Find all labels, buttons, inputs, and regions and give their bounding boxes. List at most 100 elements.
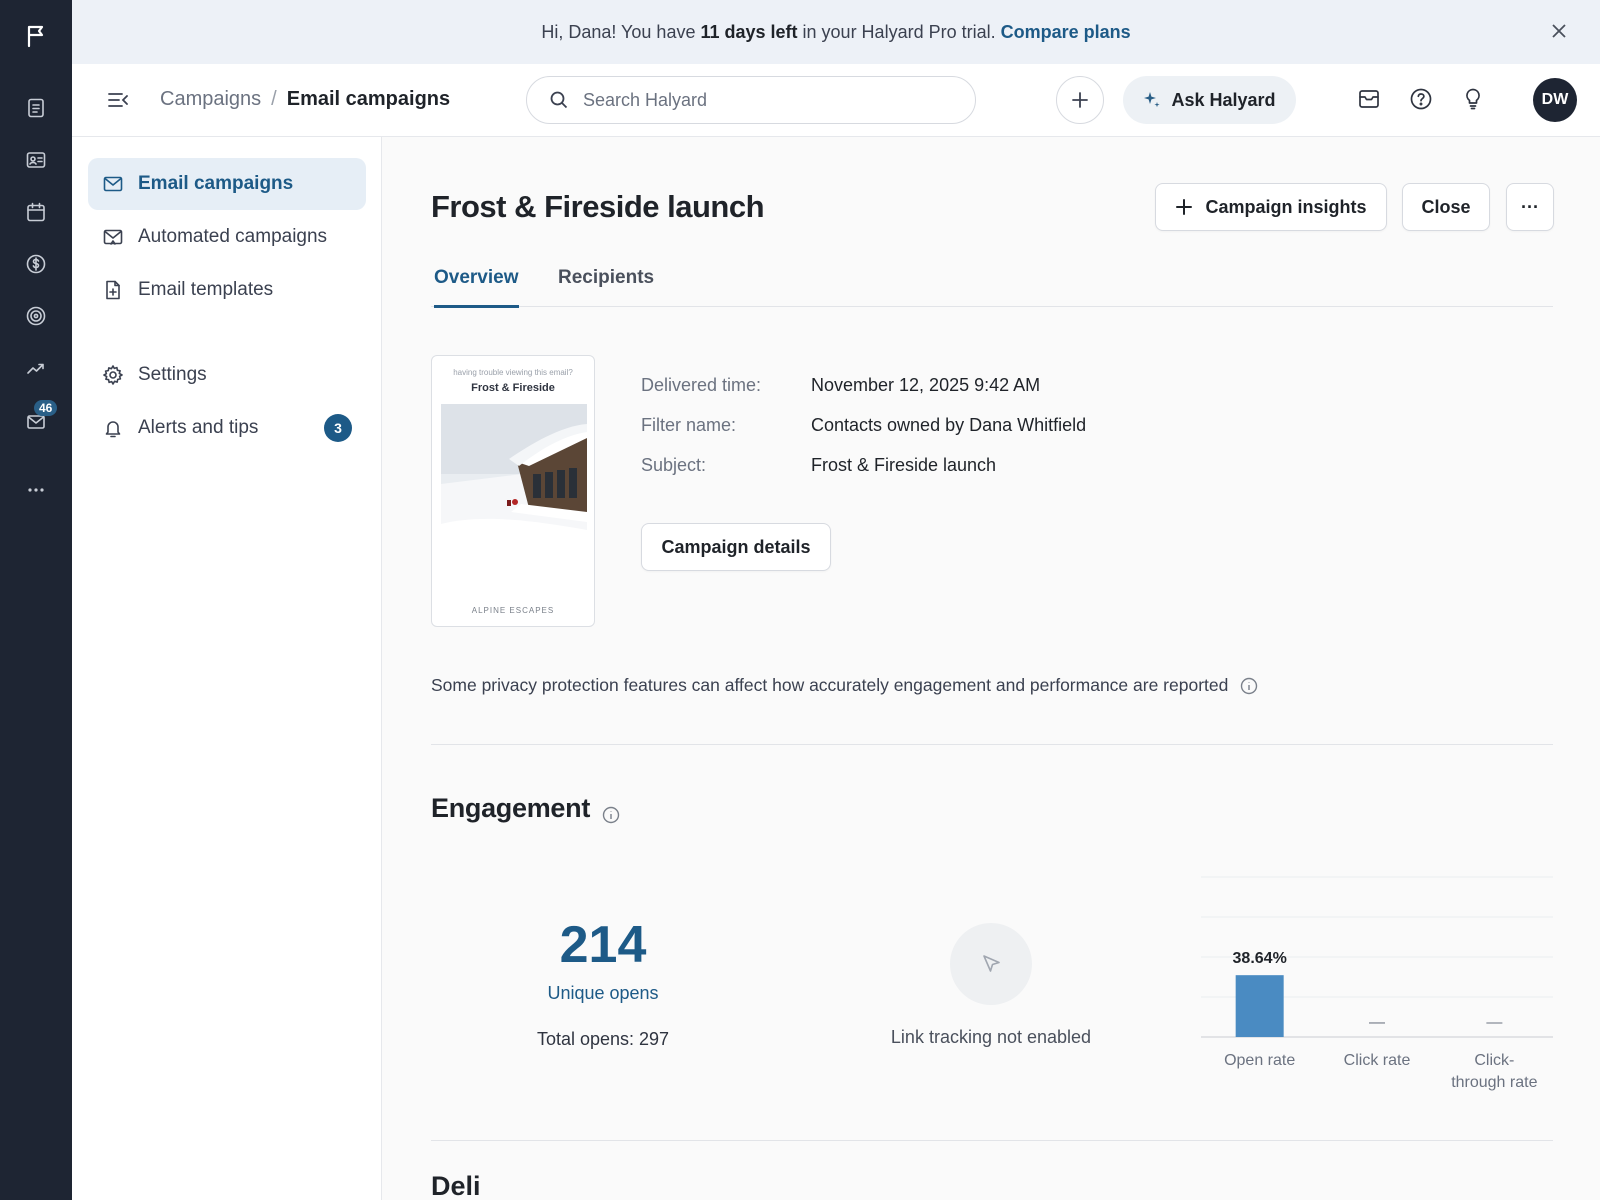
info-icon[interactable]: [1240, 677, 1258, 695]
campaign-details-label: Campaign details: [661, 536, 811, 557]
sidebar-item-automated-campaigns[interactable]: Automated campaigns: [88, 211, 366, 263]
engagement-title-text: Engagement: [431, 793, 591, 823]
cursor-icon: [983, 955, 1000, 972]
chart-bar: [1235, 975, 1284, 1037]
campaign-insights-button[interactable]: Campaign insights: [1155, 183, 1387, 231]
sidebar-item-label: Automated campaigns: [138, 226, 328, 247]
alerts-count-badge: 3: [324, 414, 352, 442]
link-tracking-placeholder: [950, 923, 1032, 1005]
detail-value: November 12, 2025 9:42 AM: [811, 375, 1041, 395]
chart-category-label: through rate: [1451, 1074, 1537, 1091]
tab-overview[interactable]: Overview: [434, 267, 519, 308]
breadcrumb-campaigns[interactable]: Campaigns: [160, 88, 261, 111]
dollar-icon[interactable]: [22, 250, 50, 278]
privacy-note: Some privacy protection features can aff…: [431, 675, 1258, 696]
more-icon: ···: [1521, 196, 1539, 217]
unique-opens-value: 214: [559, 916, 647, 974]
engagement-title: Engagement: [431, 793, 620, 824]
top-bar: Campaigns / Email campaigns Ask Halyard …: [72, 64, 1600, 137]
info-icon[interactable]: [602, 800, 620, 823]
sidebar-item-email-templates[interactable]: Email templates: [88, 264, 366, 316]
banner-text-before: Hi, Dana! You have: [541, 21, 696, 42]
email-preview-thumbnail[interactable]: having trouble viewing this email? Frost…: [431, 355, 595, 627]
total-opens: Total opens: 297: [536, 1029, 670, 1049]
sidebar: Email campaigns Automated campaigns Emai…: [72, 137, 382, 1200]
breadcrumb: Campaigns / Email campaigns: [160, 88, 450, 111]
privacy-note-text: Some privacy protection features can aff…: [431, 675, 1229, 695]
close-button[interactable]: Close: [1402, 183, 1490, 231]
breadcrumb-current: Email campaigns: [286, 88, 451, 110]
mail-icon: [103, 176, 123, 192]
sidebar-item-email-campaigns[interactable]: Email campaigns: [88, 158, 366, 210]
trend-icon[interactable]: [22, 354, 50, 382]
rate-chart-svg: 38.64% Open rate — Click rate — Click-through…: [1201, 876, 1553, 1091]
search-box[interactable]: [526, 76, 976, 124]
chart-data-label: 38.64%: [1233, 950, 1287, 967]
campaign-details-button[interactable]: Campaign details: [641, 523, 831, 571]
user-avatar[interactable]: DW: [1533, 78, 1577, 122]
lightbulb-icon[interactable]: [1460, 86, 1486, 112]
divider: [431, 1140, 1553, 1141]
unique-opens-label[interactable]: Unique opens: [503, 983, 703, 1004]
engagement-rate-chart: 38.64% Open rate — Click rate — Click-through…: [1201, 873, 1553, 1113]
preview-cabin-image: [441, 404, 587, 584]
help-icon[interactable]: [1408, 86, 1434, 112]
detail-label: Delivered time:: [641, 375, 762, 395]
tab-recipients[interactable]: Recipients: [558, 267, 654, 305]
deliverability-title: Deli: [431, 1171, 481, 1200]
collapse-menu-icon[interactable]: [106, 88, 130, 112]
sidebar-item-alerts-and-tips[interactable]: Alerts and tips 3: [88, 402, 366, 454]
bell-icon: [105, 421, 121, 438]
breadcrumb-separator: /: [271, 88, 277, 110]
banner-text-after: in your Halyard Pro trial.: [802, 21, 996, 42]
plus-icon: [1072, 92, 1088, 108]
chart-category-label: Click-: [1474, 1052, 1514, 1069]
sidebar-item-label: Alerts and tips: [138, 417, 259, 438]
campaign-insights-label: Campaign insights: [1205, 196, 1367, 217]
inbox-icon[interactable]: [1356, 86, 1382, 112]
plus-icon: [1176, 199, 1193, 215]
icon-rail: 46: [0, 0, 72, 1200]
mail-count-badge: 46: [34, 400, 58, 416]
ask-halyard-button[interactable]: Ask Halyard: [1123, 76, 1296, 124]
close-banner-icon[interactable]: [1548, 20, 1570, 42]
compare-plans-link[interactable]: Compare plans: [1001, 22, 1131, 43]
search-icon: [550, 91, 568, 109]
sidebar-item-label: Settings: [138, 364, 207, 385]
detail-value: Frost & Fireside launch: [811, 455, 997, 475]
preview-brand: Frost & Fireside: [471, 382, 555, 394]
chart-category-label: Click rate: [1344, 1052, 1411, 1069]
trial-banner: Hi, Dana! You have 11 days left in your …: [72, 0, 1600, 64]
close-label: Close: [1421, 196, 1471, 217]
more-icon[interactable]: [22, 476, 50, 504]
page-title: Frost & Fireside launch: [431, 189, 765, 224]
calendar-icon[interactable]: [22, 198, 50, 226]
link-tracking-status: Link tracking not enabled: [890, 1027, 1092, 1047]
contact-card-icon[interactable]: [22, 146, 50, 174]
create-button[interactable]: [1056, 76, 1104, 124]
ask-halyard-label: Ask Halyard: [1171, 89, 1276, 110]
mail-auto-icon: [103, 229, 123, 245]
preview-pre-header: having trouble viewing this email?: [453, 368, 573, 377]
search-input[interactable]: [583, 89, 943, 111]
detail-value: Contacts owned by Dana Whitfield: [811, 415, 1087, 435]
main-content: Frost & Fireside launch Campaign insight…: [383, 137, 1600, 1200]
banner-highlight: 11 days left: [700, 21, 798, 42]
sidebar-item-settings[interactable]: Settings: [88, 349, 366, 401]
detail-label: Subject:: [641, 455, 707, 475]
sparkle-icon: [1144, 92, 1161, 108]
sidebar-item-label: Email campaigns: [138, 173, 294, 194]
chart-category-label: Open rate: [1224, 1052, 1295, 1069]
preview-footer: ALPINE ESCAPES: [471, 606, 555, 615]
template-icon: [106, 280, 120, 300]
tab-bar: Overview Recipients: [431, 259, 1553, 308]
more-actions-button[interactable]: ···: [1506, 183, 1554, 231]
target-icon[interactable]: [22, 302, 50, 330]
divider: [431, 744, 1553, 745]
chart-data-label: —: [1369, 1014, 1385, 1031]
gear-icon: [103, 365, 123, 385]
flag-logo-icon[interactable]: [22, 22, 50, 50]
detail-label: Filter name:: [641, 415, 737, 435]
chart-data-label: —: [1486, 1014, 1502, 1031]
document-icon[interactable]: [22, 94, 50, 122]
